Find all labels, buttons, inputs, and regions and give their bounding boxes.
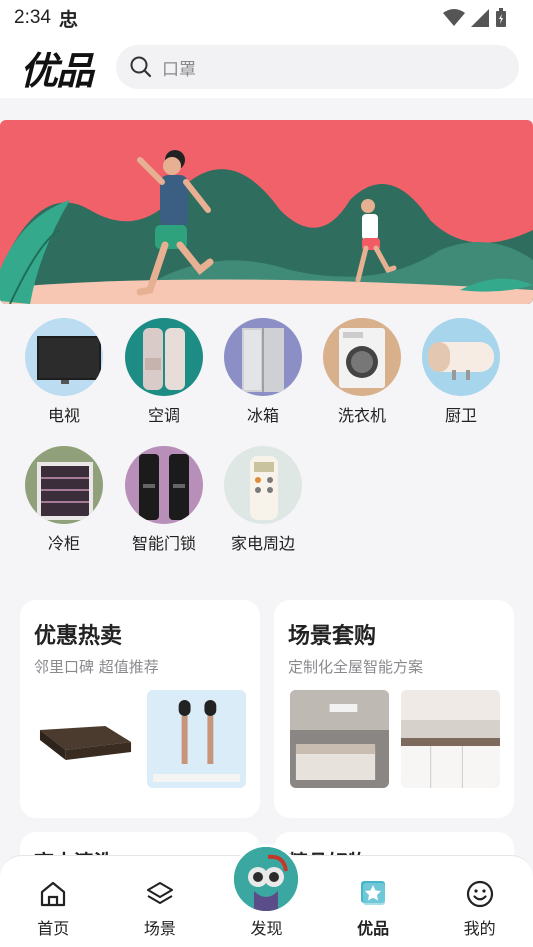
category-label: 家电周边 [230, 534, 295, 553]
status-bar: 2:34 忠 [0, 0, 533, 36]
category-kitchen-bath[interactable]: 厨卫 [411, 318, 511, 426]
scenes-card-title: 场景套购 [288, 624, 377, 649]
bottom-nav: 首页 场景 发现 优品 我的 [0, 844, 533, 947]
scenes-card-images [290, 690, 500, 788]
category-label: 智能门锁 [131, 534, 196, 553]
nav-home-label: 首页 [37, 919, 70, 938]
smart-lock-icon [125, 446, 203, 524]
banner-illustration [0, 120, 533, 304]
wifi-icon [443, 9, 465, 26]
nav-youpin[interactable]: 优品 [320, 856, 427, 947]
notification-icon: 忠 [58, 9, 78, 31]
smiley-icon [466, 880, 493, 908]
bedroom-image [290, 690, 389, 788]
nav-home[interactable]: 首页 [0, 856, 107, 947]
scenes-card[interactable]: 场景套购 定制化全屋智能方案 [274, 600, 514, 818]
refrigerator-icon [224, 318, 302, 396]
nav-scenes[interactable]: 场景 [107, 856, 214, 947]
kitchen-image [401, 690, 500, 788]
promo-card[interactable]: 优惠热卖 邻里口碑 超值推荐 [20, 600, 260, 818]
home-icon [41, 881, 66, 907]
nav-scenes-label: 场景 [143, 919, 176, 938]
category-wine-cabinet[interactable]: 冷柜 [14, 446, 114, 554]
wine-cabinet-icon [25, 446, 103, 524]
category-washing-machine[interactable]: 洗衣机 [312, 318, 412, 426]
category-label: 厨卫 [444, 406, 477, 425]
category-smart-lock[interactable]: 智能门锁 [114, 446, 214, 554]
category-label: 空调 [147, 406, 180, 425]
nav-discover[interactable]: 发现 [213, 844, 320, 947]
category-label: 电视 [47, 406, 80, 425]
category-tv[interactable]: 电视 [14, 318, 114, 426]
soundbar-image [36, 690, 135, 788]
signal-icon [471, 9, 489, 27]
app-logo: 优品 [20, 47, 94, 93]
tv-icon [25, 318, 103, 396]
category-label: 冰箱 [246, 406, 279, 425]
layers-icon [146, 882, 173, 904]
promo-card-images [36, 690, 246, 788]
category-appliance-accessories[interactable]: 家电周边 [213, 446, 313, 554]
remote-control-icon [224, 446, 302, 524]
promo-banner[interactable] [0, 120, 533, 304]
promo-card-title: 优惠热卖 [34, 624, 123, 649]
promo-card-subtitle: 邻里口碑 超值推荐 [34, 658, 159, 676]
category-label: 洗衣机 [337, 406, 386, 425]
category-refrigerator[interactable]: 冰箱 [213, 318, 313, 426]
discover-avatar [231, 844, 302, 914]
star-bag-icon [361, 881, 386, 905]
search-bar[interactable]: 口罩 [116, 45, 519, 89]
microphone-image [147, 690, 246, 788]
scenes-card-subtitle: 定制化全屋智能方案 [288, 658, 424, 676]
status-time: 2:34 [14, 7, 51, 28]
air-conditioner-icon [125, 318, 203, 396]
nav-mine-label: 我的 [463, 919, 496, 938]
battery-icon [496, 8, 506, 27]
header: 优品 口罩 [0, 36, 533, 98]
category-label: 冷柜 [47, 534, 80, 553]
search-placeholder: 口罩 [162, 59, 196, 80]
category-air-conditioner[interactable]: 空调 [114, 318, 214, 426]
search-icon [130, 56, 152, 78]
nav-youpin-label: 优品 [357, 919, 390, 938]
water-heater-icon [422, 318, 500, 396]
nav-mine[interactable]: 我的 [426, 856, 533, 947]
nav-discover-label: 发现 [250, 919, 283, 938]
washing-machine-icon [323, 318, 401, 396]
